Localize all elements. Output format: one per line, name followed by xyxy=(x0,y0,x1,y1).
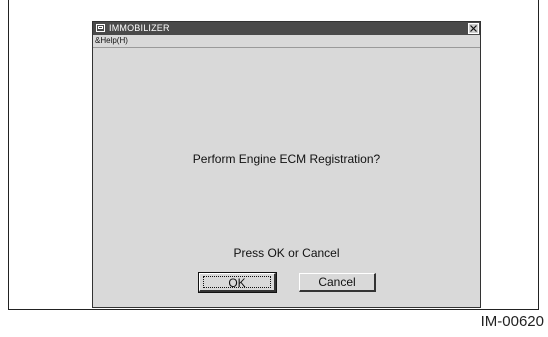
registration-question: Perform Engine ECM Registration? xyxy=(192,152,381,166)
immobilizer-window: IMMOBILIZER &Help(H) Perform Engine ECM … xyxy=(92,21,481,308)
app-window-icon xyxy=(96,24,105,32)
window-title: IMMOBILIZER xyxy=(109,23,170,33)
close-button[interactable] xyxy=(468,23,479,34)
figure-id: IM-00620 xyxy=(480,313,544,330)
menu-bar: &Help(H) xyxy=(93,35,480,48)
title-bar[interactable]: IMMOBILIZER xyxy=(93,22,480,35)
ok-button[interactable]: OK xyxy=(198,272,277,293)
ok-button-label: OK xyxy=(203,276,271,290)
close-icon xyxy=(470,25,477,32)
dialog-body: Perform Engine ECM Registration? Press O… xyxy=(94,48,479,306)
menu-help[interactable]: &Help(H) xyxy=(95,35,128,47)
ok-cancel-prompt: Press OK or Cancel xyxy=(233,246,340,260)
cancel-button[interactable]: Cancel xyxy=(299,273,376,292)
